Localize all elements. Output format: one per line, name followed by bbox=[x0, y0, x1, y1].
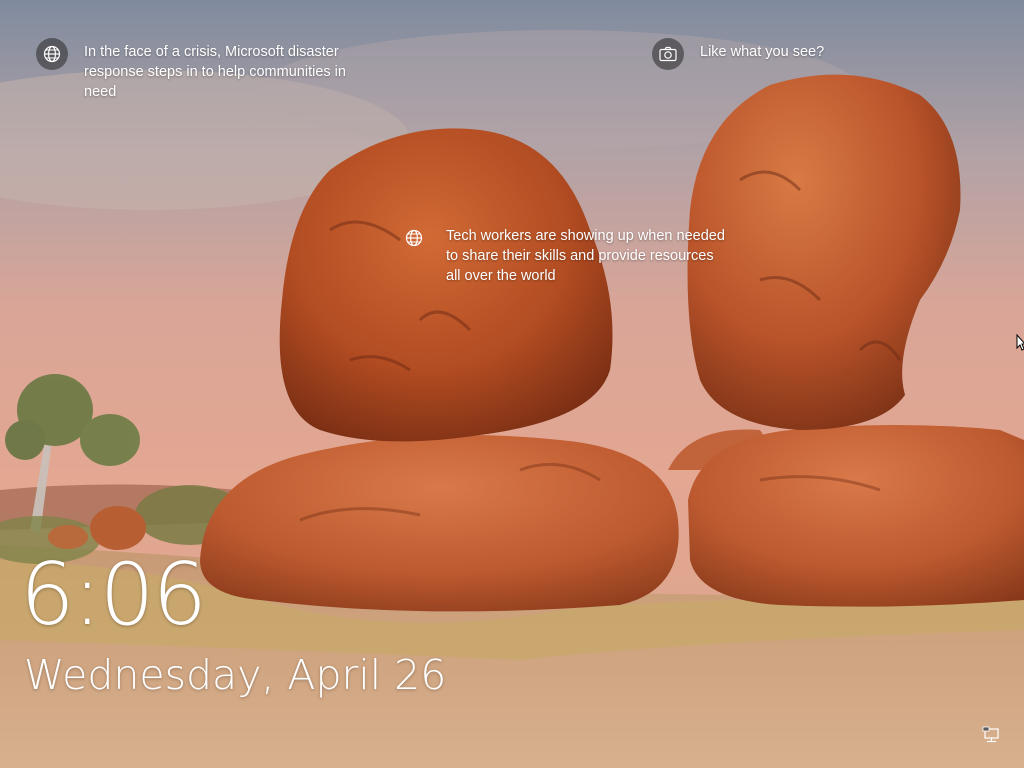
globe-icon bbox=[398, 222, 430, 254]
mouse-cursor-icon bbox=[1016, 334, 1024, 351]
spotlight-hotspot-tech-workers[interactable]: Tech workers are showing up when needed … bbox=[398, 226, 728, 286]
network-icon[interactable] bbox=[982, 726, 1002, 746]
spotlight-hotspot-text: In the face of a crisis, Microsoft disas… bbox=[84, 44, 346, 100]
lock-screen-date: Wednesday, April 26 bbox=[24, 651, 447, 699]
camera-icon bbox=[652, 38, 684, 70]
spotlight-hotspot-crisis[interactable]: In the face of a crisis, Microsoft disas… bbox=[36, 38, 376, 102]
spotlight-hotspot-text: Tech workers are showing up when needed … bbox=[446, 228, 725, 284]
spotlight-like-what-you-see[interactable]: Like what you see? bbox=[652, 38, 912, 70]
lock-screen-time: 6:06 bbox=[20, 545, 207, 645]
globe-icon bbox=[36, 38, 68, 70]
spotlight-hotspot-text: Like what you see? bbox=[700, 44, 825, 60]
lock-screen[interactable]: In the face of a crisis, Microsoft disas… bbox=[0, 0, 1024, 768]
